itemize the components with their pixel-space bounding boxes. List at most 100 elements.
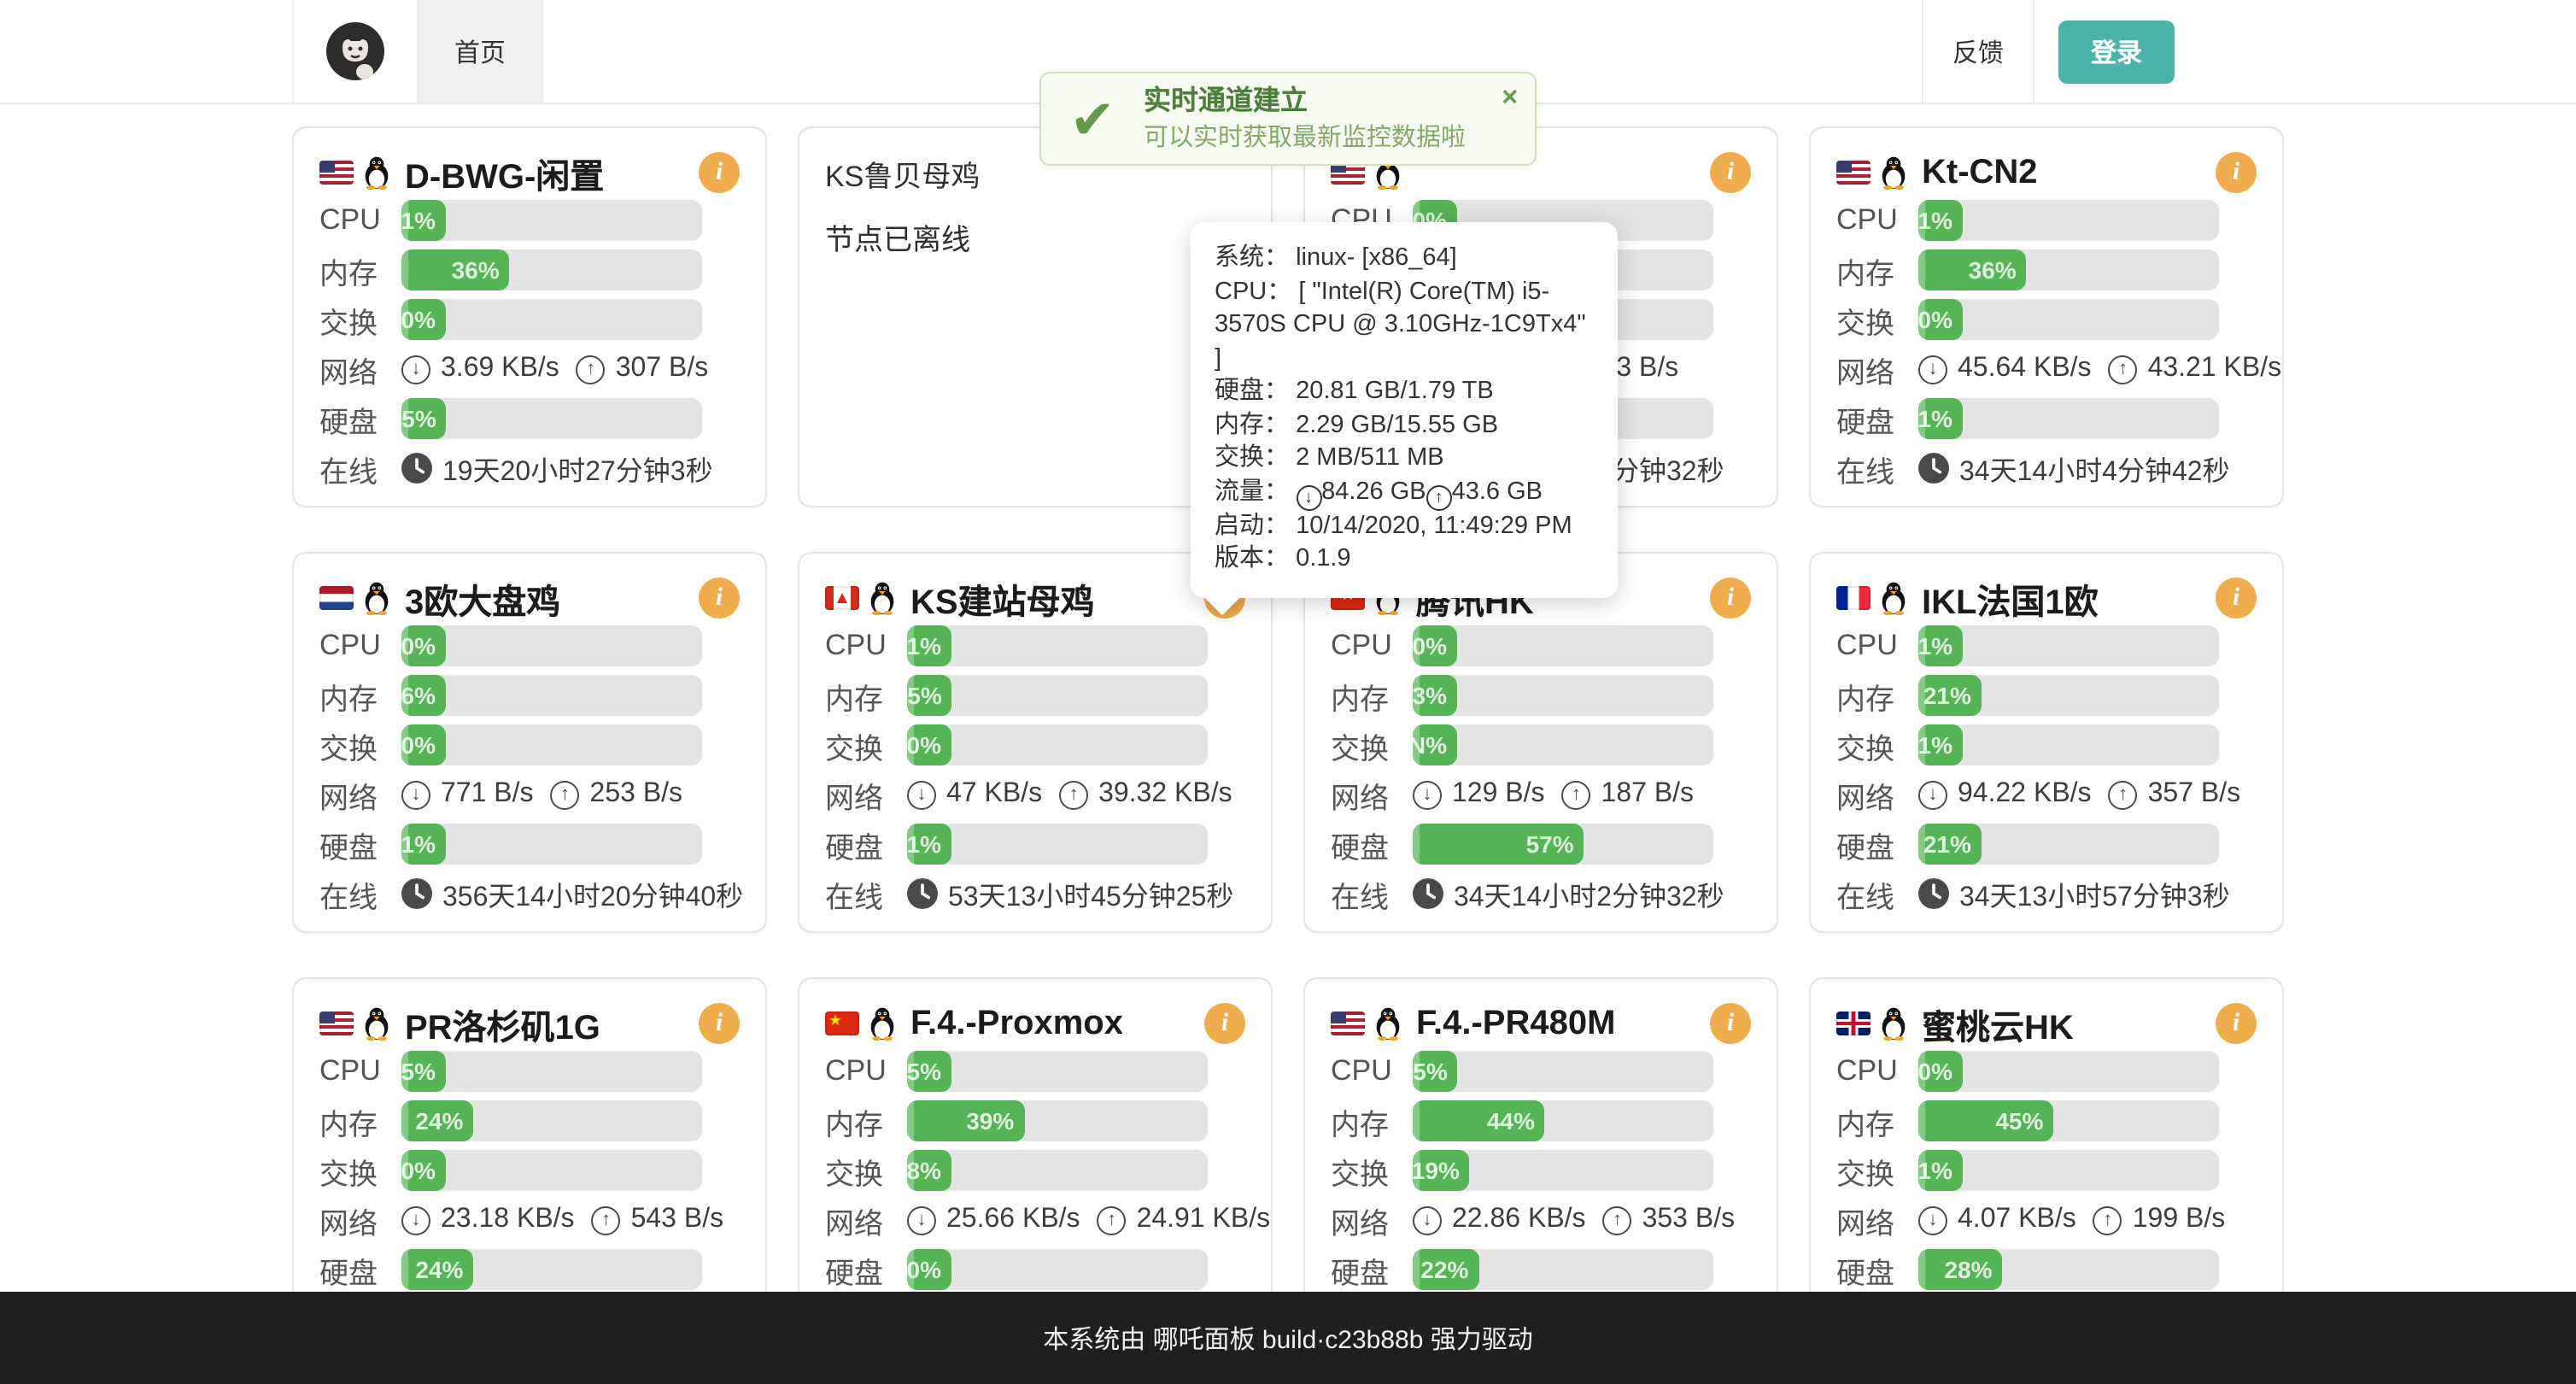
linux-penguin-icon bbox=[1373, 1006, 1402, 1041]
progress-value: 24% bbox=[415, 1256, 473, 1283]
progress-track: 19% bbox=[1413, 1150, 1713, 1191]
stat-row: 网络↓94.22 KB/s↑357 B/s bbox=[1836, 774, 2257, 815]
uptime-wrap: 34天13小时57分钟3秒 bbox=[1918, 873, 2230, 914]
stat-row: 硬盘21% bbox=[1836, 824, 2257, 865]
server-title-row: F.4.-Proxmox i bbox=[825, 1000, 1245, 1047]
site-logo[interactable] bbox=[292, 0, 419, 103]
info-icon[interactable]: i bbox=[1710, 1003, 1751, 1044]
navbar-right: 反馈 登录 bbox=[1922, 0, 2175, 103]
progress-track: 36% bbox=[401, 249, 702, 290]
info-icon[interactable]: i bbox=[1710, 152, 1751, 193]
tooltip-line: 版本： 0.1.9 bbox=[1215, 544, 1594, 578]
progress-fill: 45% bbox=[1918, 1100, 2053, 1141]
info-icon[interactable]: i bbox=[2216, 578, 2257, 619]
info-icon[interactable]: i bbox=[699, 152, 740, 193]
server-title-row: 3欧大盘鸡 i bbox=[319, 574, 740, 622]
info-icon[interactable]: i bbox=[699, 1003, 740, 1044]
download-speed: 94.22 KB/s bbox=[1958, 779, 2092, 810]
flag-fr-icon bbox=[1836, 586, 1871, 610]
progress-fill: 0% bbox=[1918, 1051, 1963, 1092]
flag-us-icon bbox=[1836, 161, 1871, 185]
progress-track: 0% bbox=[401, 1150, 702, 1191]
progress-value: 1% bbox=[1918, 731, 1963, 759]
upload-speed: 543 B/s bbox=[631, 1205, 724, 1235]
stat-label: 硬盘 bbox=[1836, 823, 1918, 865]
download-icon: ↓ bbox=[401, 355, 430, 384]
progress-track: 0% bbox=[401, 724, 702, 765]
linux-penguin-icon bbox=[362, 155, 391, 190]
stat-row: 网络↓129 B/s↑187 B/s bbox=[1331, 774, 1751, 815]
info-icon[interactable]: i bbox=[1204, 1003, 1245, 1044]
stat-label: 网络 bbox=[825, 1199, 907, 1241]
flag-us-icon bbox=[1331, 1012, 1365, 1035]
progress-value: 28% bbox=[1944, 1256, 2002, 1283]
stat-row: CPU1% bbox=[1836, 200, 2257, 241]
stat-label: CPU bbox=[1331, 1054, 1413, 1088]
download-icon: ↓ bbox=[1918, 1205, 1947, 1234]
upload-icon: ↑ bbox=[2109, 780, 2138, 809]
stat-label: 硬盘 bbox=[319, 1248, 401, 1291]
progress-value: 0% bbox=[401, 632, 446, 660]
progress-fill: 28% bbox=[1918, 1249, 2003, 1290]
stat-row: 交换0% bbox=[1836, 299, 2257, 340]
server-name: KS鲁贝母鸡 bbox=[825, 151, 980, 194]
stat-row: CPU5% bbox=[319, 1051, 740, 1092]
progress-track: 1% bbox=[1918, 200, 2219, 241]
stat-label: CPU bbox=[1331, 629, 1413, 663]
stat-label: 硬盘 bbox=[825, 823, 907, 865]
nav-tab-home-label: 首页 bbox=[454, 33, 506, 69]
linux-penguin-icon bbox=[868, 581, 897, 615]
stat-label: 网络 bbox=[1331, 1199, 1413, 1241]
download-speed: 25.66 KB/s bbox=[946, 1205, 1080, 1235]
info-icon[interactable]: i bbox=[2216, 152, 2257, 193]
progress-track: 15% bbox=[907, 675, 1208, 716]
progress-track: 6% bbox=[401, 675, 702, 716]
upload-icon: ↑ bbox=[1603, 1205, 1632, 1234]
stat-label: 交换 bbox=[1836, 724, 1918, 766]
upload-icon: ↑ bbox=[551, 780, 580, 809]
info-icon[interactable]: i bbox=[699, 578, 740, 619]
stat-label: 硬盘 bbox=[1836, 1248, 1918, 1291]
upload-speed: 199 B/s bbox=[2133, 1205, 2226, 1235]
stat-row: 网络↓771 B/s↑253 B/s bbox=[319, 774, 740, 815]
progress-value: 45% bbox=[1995, 1107, 2053, 1135]
stat-label: 内存 bbox=[825, 674, 907, 717]
tooltip-line-label: 流量： bbox=[1215, 478, 1289, 505]
progress-fill: 15% bbox=[907, 675, 952, 716]
stat-row: 硬盘15% bbox=[319, 398, 740, 439]
feedback-link[interactable]: 反馈 bbox=[1922, 0, 2034, 103]
stat-row: 网络↓47 KB/s↑39.32 KB/s bbox=[825, 774, 1245, 815]
network-speeds: ↓23.18 KB/s↑543 B/s bbox=[401, 1205, 723, 1235]
stat-row: 在线34天14小时4分钟42秒 bbox=[1836, 448, 2257, 489]
server-card: 3欧大盘鸡 i CPU0%内存6%交换0%网络↓771 B/s↑253 B/s硬… bbox=[292, 552, 767, 933]
progress-track: 10% bbox=[907, 1249, 1208, 1290]
close-icon[interactable]: × bbox=[1502, 85, 1518, 113]
progress-value: 21% bbox=[1923, 830, 1982, 858]
info-icon[interactable]: i bbox=[2216, 1003, 2257, 1044]
download-icon: ↓ bbox=[401, 780, 430, 809]
login-button[interactable]: 登录 bbox=[2058, 20, 2175, 83]
stat-row: 内存44% bbox=[1331, 1100, 1751, 1141]
uptime-value: 34天13小时57分钟3秒 bbox=[1959, 873, 2230, 914]
progress-value: 1% bbox=[1918, 632, 1963, 660]
footer-bar: 本系统由 哪吒面板 build·c23b88b 强力驱动 bbox=[0, 1292, 2576, 1384]
upload-icon: ↑ bbox=[1562, 780, 1591, 809]
progress-track: 0% bbox=[401, 299, 702, 340]
stat-row: 交换0% bbox=[825, 724, 1245, 765]
progress-value: 1% bbox=[1918, 1157, 1963, 1184]
stat-label: 网络 bbox=[1836, 1199, 1918, 1241]
server-stats: CPU1%内存36%交换0%网络↓45.64 KB/s↑43.21 KB/s硬盘… bbox=[1836, 200, 2257, 489]
download-speed: 47 KB/s bbox=[946, 779, 1042, 810]
info-icon[interactable]: i bbox=[1710, 578, 1751, 619]
progress-value: 0% bbox=[401, 731, 446, 759]
stat-row: 在线19天20小时27分钟3秒 bbox=[319, 448, 740, 489]
nav-tab-home[interactable]: 首页 bbox=[419, 0, 543, 103]
server-name: F.4.-Proxmox bbox=[910, 1004, 1123, 1043]
progress-track: 15% bbox=[1413, 1051, 1713, 1092]
progress-value: 15% bbox=[1413, 1058, 1458, 1085]
uptime-value: 19天20小时27分钟3秒 bbox=[442, 448, 713, 489]
upload-speed: 24.91 KB/s bbox=[1137, 1205, 1271, 1235]
progress-fill: 11% bbox=[1918, 398, 1963, 439]
uptime-value: 34天14小时4分钟42秒 bbox=[1959, 448, 2230, 489]
progress-value: 19% bbox=[1413, 1157, 1470, 1184]
